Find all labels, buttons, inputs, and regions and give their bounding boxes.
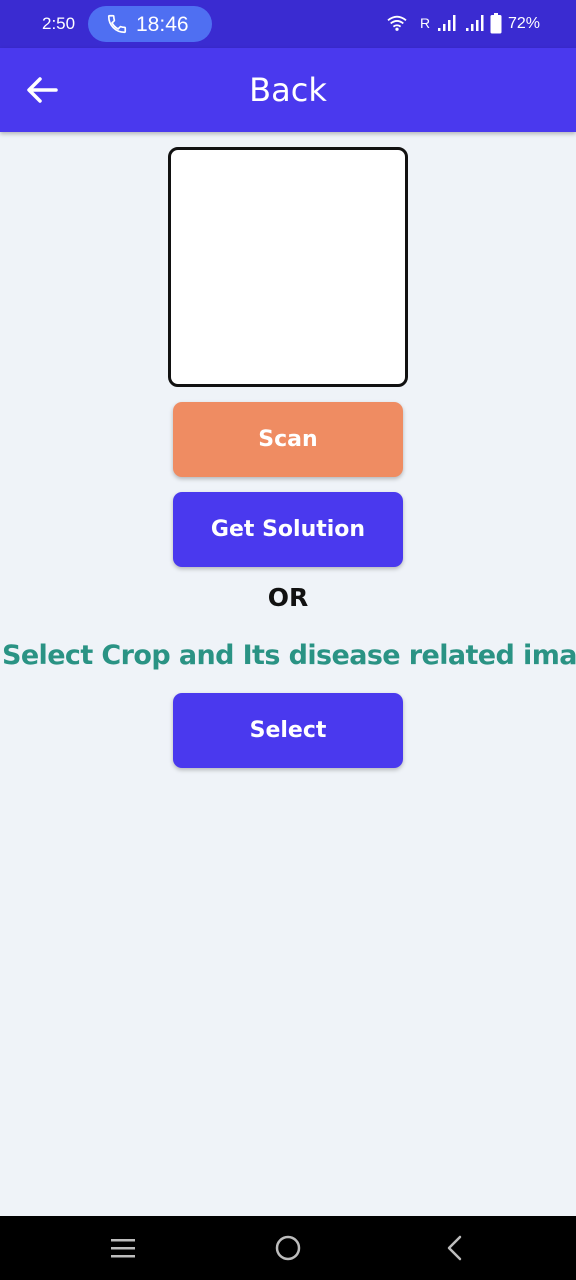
select-button[interactable]: Select [173, 693, 403, 768]
image-preview [168, 147, 408, 387]
or-divider-label: OR [267, 583, 309, 612]
signal-icon [438, 15, 456, 31]
system-nav-bar [0, 1216, 576, 1280]
call-duration: 18:46 [136, 13, 189, 36]
arrow-left-icon[interactable] [24, 74, 60, 106]
phone-icon [107, 14, 127, 34]
roaming-indicator: R [420, 15, 431, 31]
home-icon[interactable] [274, 1234, 302, 1262]
battery-percent: 72% [508, 15, 541, 32]
back-icon[interactable] [444, 1234, 464, 1262]
status-time: 2:50 [42, 14, 76, 33]
app-bar: Back [0, 48, 576, 132]
instruction-text: Select Crop and Its disease related imag… [2, 640, 576, 671]
status-icons: R 72% [356, 0, 576, 48]
recent-apps-icon[interactable] [110, 1236, 136, 1260]
wifi-icon [387, 15, 407, 31]
page-title: Back [249, 71, 327, 109]
instruction-container: Select Crop and Its disease related imag… [0, 630, 576, 690]
get-solution-button[interactable]: Get Solution [173, 492, 403, 567]
status-bar: 2:50 18:46 R 72% [0, 0, 576, 48]
signal-icon-2 [466, 15, 484, 31]
scan-button[interactable]: Scan [173, 402, 403, 477]
ongoing-call-chip[interactable]: 18:46 [88, 6, 212, 42]
battery-icon [490, 13, 502, 34]
